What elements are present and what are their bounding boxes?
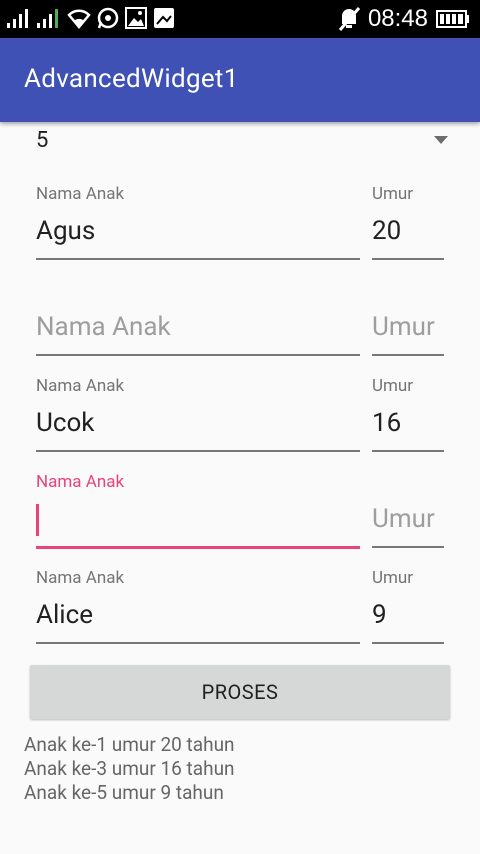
child-name-field[interactable]: Nama Anak [36, 272, 360, 368]
name-label: Nama Anak [36, 184, 125, 204]
field-underline [372, 546, 444, 548]
child-age-field[interactable]: Umur 20 [372, 176, 444, 272]
name-label: Nama Anak [36, 472, 125, 492]
proses-button[interactable]: PROSES [30, 665, 450, 719]
field-underline [372, 642, 444, 644]
child-count-spinner[interactable]: 5 [0, 122, 480, 160]
age-label: Umur [372, 184, 414, 204]
app-title: AdvancedWidget1 [24, 64, 239, 94]
field-underline [36, 354, 360, 356]
whatsapp-icon [97, 7, 119, 29]
child-name-field[interactable]: Nama Anak Ucok [36, 368, 360, 464]
child-name-field-focused[interactable]: Nama Anak [36, 464, 360, 560]
child-row: Nama Anak Umur [0, 272, 480, 368]
child-age-field[interactable]: Umur [372, 272, 444, 368]
name-label: Nama Anak [36, 376, 125, 396]
field-underline [36, 258, 360, 260]
result-line: Anak ke-3 umur 16 tahun [24, 757, 235, 780]
gallery-icon [154, 8, 174, 28]
field-underline [372, 258, 444, 260]
result-text: Anak ke-1 umur 20 tahun Anak ke-3 umur 1… [24, 733, 235, 805]
name-value: Agus [36, 216, 96, 246]
image-icon [125, 7, 147, 29]
battery-icon [436, 10, 469, 28]
age-label: Umur [372, 568, 414, 588]
result-line: Anak ke-1 umur 20 tahun [24, 733, 235, 756]
child-row: Nama Anak Ucok Umur 16 [0, 368, 480, 464]
name-label: Nama Anak [36, 568, 125, 588]
name-hint: Nama Anak [36, 312, 171, 342]
child-age-field[interactable]: Umur 16 [372, 368, 444, 464]
signal-icon [7, 9, 28, 28]
mute-icon [338, 7, 360, 31]
field-underline [372, 354, 444, 356]
name-value: Ucok [36, 408, 95, 438]
clock: 08:48 [367, 5, 428, 32]
age-hint: Umur [372, 312, 435, 342]
dropdown-arrow-icon[interactable] [434, 136, 448, 144]
age-label: Umur [372, 376, 414, 396]
spinner-value: 5 [36, 128, 49, 153]
name-value: Alice [36, 600, 94, 630]
child-row: Nama Anak Agus Umur 20 [0, 176, 480, 272]
status-bar: 08:48 [0, 0, 480, 38]
age-hint: Umur [372, 504, 435, 534]
age-value: 9 [372, 600, 387, 630]
age-value: 16 [372, 408, 402, 438]
field-underline [36, 546, 360, 549]
age-value: 20 [372, 216, 402, 246]
field-underline [372, 450, 444, 452]
wifi-icon [67, 9, 91, 29]
child-row: Nama Anak Alice Umur 9 [0, 560, 480, 656]
signal-icon [37, 9, 58, 28]
child-age-field[interactable]: Umur [372, 464, 444, 560]
child-name-field[interactable]: Nama Anak Agus [36, 176, 360, 272]
child-row: Nama Anak Umur [0, 464, 480, 560]
text-cursor [36, 504, 39, 536]
field-underline [36, 642, 360, 644]
app-bar: AdvancedWidget1 [0, 38, 480, 122]
field-underline [36, 450, 360, 452]
child-name-field[interactable]: Nama Anak Alice [36, 560, 360, 656]
result-line: Anak ke-5 umur 9 tahun [24, 781, 224, 804]
child-age-field[interactable]: Umur 9 [372, 560, 444, 656]
